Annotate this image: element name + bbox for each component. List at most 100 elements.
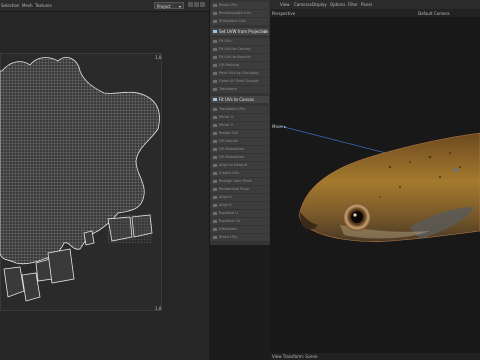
tool-item-randomize-pivot[interactable]: Randomize Pivot <box>211 186 269 193</box>
3d-viewport[interactable] <box>270 17 480 356</box>
tool-label: Realign from Pivot <box>219 179 252 183</box>
menu-cameras[interactable]: Cameras <box>294 2 312 7</box>
tool-item-straighten-uvs[interactable]: Straighten UVs <box>211 18 269 25</box>
menu-filter[interactable]: Filter <box>348 2 358 7</box>
menu-textures[interactable]: Textures <box>35 3 52 8</box>
tool-item-uv-islands[interactable]: UV Islands <box>211 138 269 145</box>
tool-item-uv-packing[interactable]: UV Packing <box>211 62 269 69</box>
tool-item-uv-relaxation-2[interactable]: UV Relaxation <box>211 154 269 161</box>
gear-icon[interactable]: ⚙ <box>263 28 267 35</box>
tool-label: UV Relaxation <box>219 147 245 151</box>
uv-mesh-wireframe[interactable] <box>0 53 162 311</box>
tool-item-align-v[interactable]: Align V <box>211 202 269 209</box>
tool-icon <box>213 132 217 135</box>
perspective-label[interactable]: Perspective <box>272 11 295 16</box>
tool-icon <box>213 204 217 207</box>
tool-icon <box>213 236 217 239</box>
tool-icon <box>213 220 217 223</box>
viewport-status-bar: View Transform: Scene <box>270 353 480 360</box>
tool-icon <box>213 156 217 159</box>
menu-display[interactable]: Display <box>312 2 327 7</box>
tool-icon <box>213 56 217 59</box>
tool-item-rotate-cw[interactable]: Rotate CW <box>211 130 269 137</box>
tool-icon <box>213 188 217 191</box>
tool-item-fit-uvs-canvas[interactable]: Fit UVs to Canvas <box>211 46 269 53</box>
tool-item-distribute[interactable]: Distribute <box>211 226 269 233</box>
tool-label: Randomize Pivot <box>219 187 249 191</box>
tool-label: UV Islands <box>219 139 238 143</box>
tool-icon <box>213 72 217 75</box>
lock-icon[interactable] <box>188 2 193 7</box>
tool-icon <box>213 64 217 67</box>
camera-label[interactable]: Default Camera <box>418 11 450 16</box>
tool-icon <box>213 80 217 83</box>
tool-item-grow-shells[interactable]: Grow UV Shell Groups <box>211 78 269 85</box>
tool-item-equalize-uv[interactable]: Equalize UV <box>211 218 269 225</box>
tool-item-align-u[interactable]: Align U <box>211 194 269 201</box>
menu-options[interactable]: Options <box>330 2 345 7</box>
tool-icon <box>213 172 217 175</box>
tool-label: Transform UVs <box>219 107 245 111</box>
uv-island-main[interactable] <box>0 53 162 311</box>
move-tool-label[interactable]: Move ▸ <box>272 124 286 129</box>
tool-item-realign-pivot[interactable]: Realign from Pivot <box>211 178 269 185</box>
chevron-down-icon: ▾ <box>178 4 181 9</box>
tool-label: Pack UVs by Grouping <box>219 71 259 75</box>
uv-tools-panel: Relax UVs Rectangulate UVs Straighten UV… <box>209 0 272 245</box>
tool-icon <box>213 40 217 43</box>
tool-icon <box>213 48 217 51</box>
tool-item-create-uvs[interactable]: Create UVs <box>211 170 269 177</box>
tool-label: Fit UVs <box>219 39 232 43</box>
grid-icon[interactable] <box>194 2 199 7</box>
tool-label: Rectangulate UVs <box>219 11 251 15</box>
tool-icon <box>213 212 217 215</box>
tool-item-mirror-u[interactable]: Mirror U <box>211 114 269 121</box>
tool-label: Distribute <box>219 227 237 231</box>
tool-label: Equalize U <box>219 211 238 215</box>
uv-header-icons <box>188 2 208 9</box>
tool-label: Rotate CW <box>219 131 238 135</box>
tool-label: Stack UVs <box>219 235 238 239</box>
viewport-header: Perspective Default Camera <box>270 9 480 17</box>
tool-icon <box>213 124 217 127</box>
menu-view[interactable]: View <box>280 2 290 7</box>
move-label-text: Move <box>272 124 283 129</box>
tool-label: Fit UVs to Bounds <box>219 55 251 59</box>
menu-panel[interactable]: Panel <box>361 2 372 7</box>
tool-item-fit-uvs[interactable]: Fit UVs <box>211 38 269 45</box>
tool-item-align-default[interactable]: Align to Default <box>211 162 269 169</box>
tool-label: Mirror U <box>219 115 234 119</box>
view-transform-status: View Transform: Scene <box>272 354 318 359</box>
tool-icon <box>213 140 217 143</box>
tool-icon <box>213 180 217 183</box>
tool-label: Grow UV Shell Groups <box>219 79 259 83</box>
tool-item-fit-uvs-bounds[interactable]: Fit UVs to Bounds <box>211 54 269 61</box>
tool-item-rectangulate-uvs[interactable]: Rectangulate UVs <box>211 10 269 17</box>
tool-label: Create UVs <box>219 171 240 175</box>
tool-icon <box>213 88 217 91</box>
tool-item-stack-uvs[interactable]: Stack UVs <box>211 234 269 241</box>
tool-item-relax-uvs[interactable]: Relax UVs <box>211 2 269 9</box>
tool-icon <box>213 108 217 111</box>
tool-label: Mirror V <box>219 123 234 127</box>
tool-item-fit-uvs-to-canvas[interactable]: Fit UVs to Canvas <box>211 96 269 103</box>
tool-label: Align to Default <box>219 163 248 167</box>
tool-label: Fit UVs to Canvas <box>219 47 251 51</box>
tool-item-transform[interactable]: Transform <box>211 86 269 93</box>
tool-item-uv-relaxation-1[interactable]: UV Relaxation <box>211 146 269 153</box>
tool-item-pack-uvs[interactable]: Pack UVs by Grouping <box>211 70 269 77</box>
tool-item-mirror-v[interactable]: Mirror V <box>211 122 269 129</box>
tool-item-equalize-u[interactable]: Equalize U <box>211 210 269 217</box>
tool-item-set-uvw-from-projection[interactable]: Set UVW from Projection ⚙ <box>211 28 269 35</box>
tool-item-transform-uvs[interactable]: Transform UVs <box>211 106 269 113</box>
tool-label: Fit UVs to Canvas <box>219 97 254 102</box>
view-dropdown[interactable]: Project ▾ <box>154 2 184 9</box>
tool-icon <box>213 148 217 151</box>
pivot-point[interactable] <box>454 168 458 172</box>
maximize-icon[interactable] <box>200 2 205 7</box>
tool-label: Align V <box>219 203 232 207</box>
menu-selection[interactable]: Selection <box>1 3 19 8</box>
tool-label: Straighten UVs <box>219 19 246 23</box>
tool-label: UV Packing <box>219 63 240 67</box>
menu-mesh[interactable]: Mesh <box>22 3 33 8</box>
